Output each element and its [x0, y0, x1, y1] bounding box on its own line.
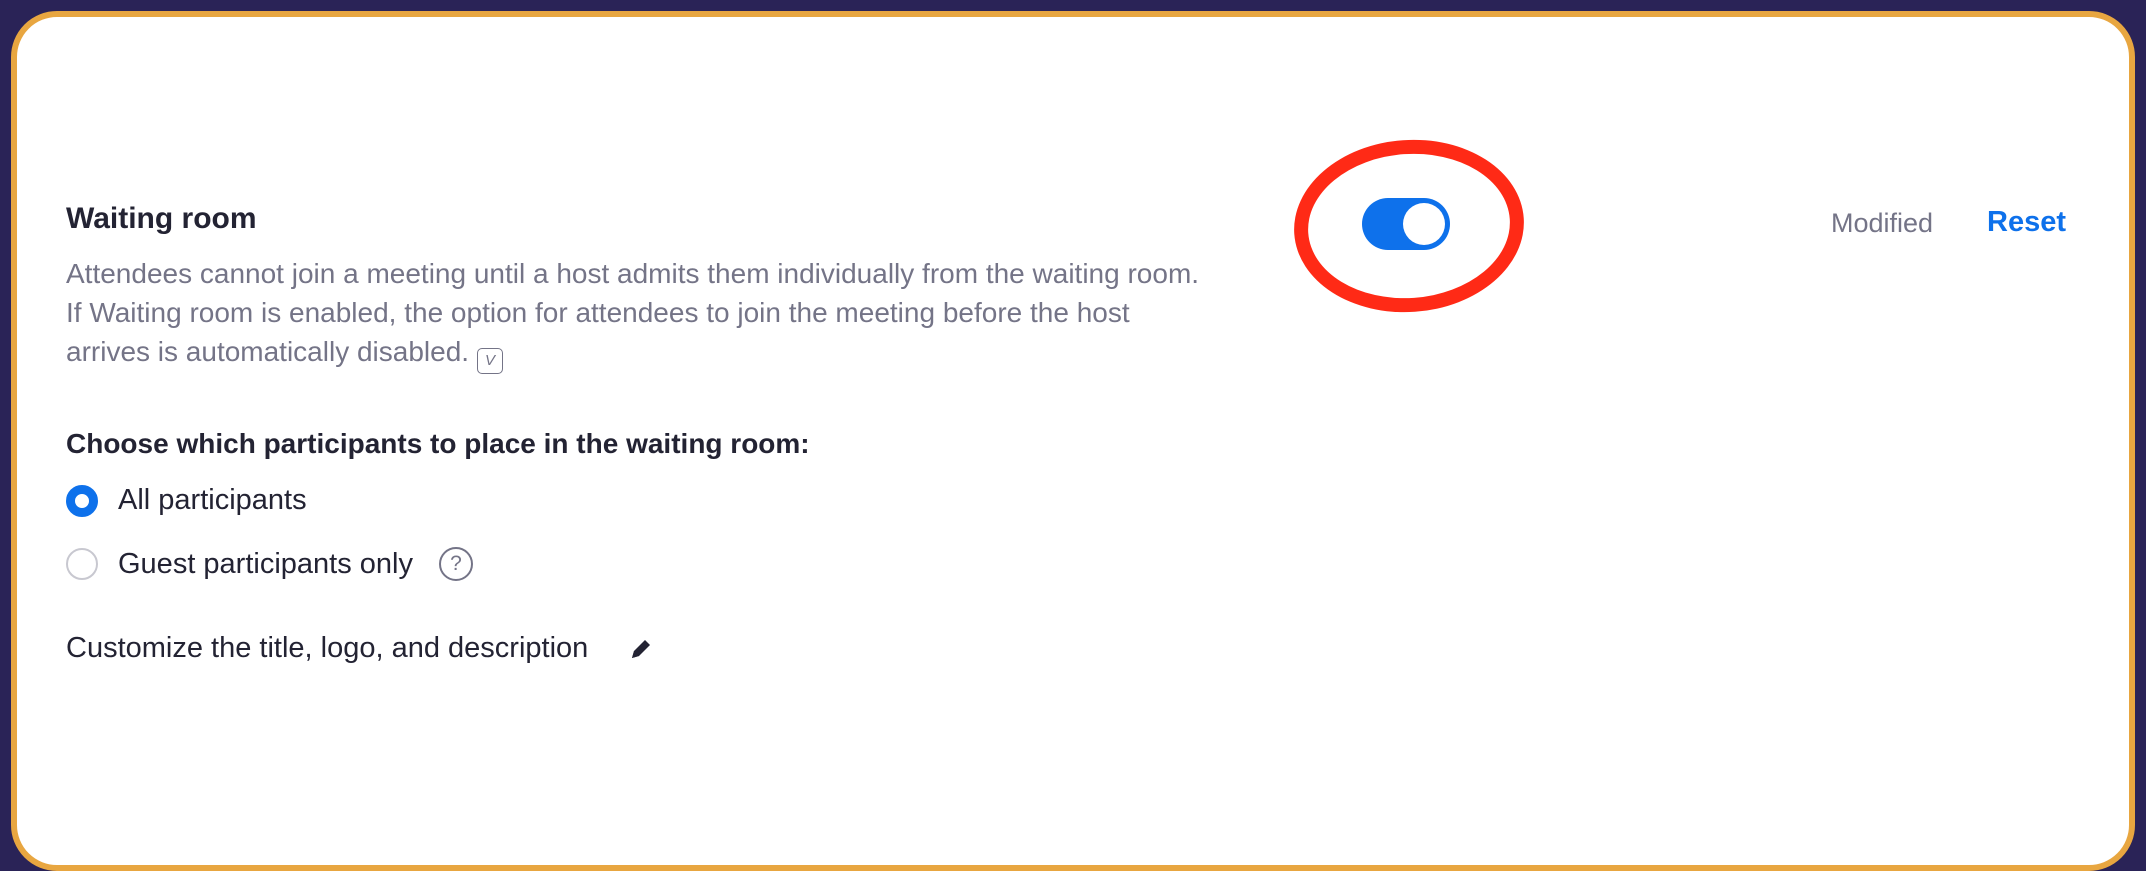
customize-label: Customize the title, logo, and descripti…: [66, 632, 589, 664]
reset-link[interactable]: Reset: [1987, 206, 2066, 239]
radio-option-guest-participants[interactable]: Guest participants only ?: [66, 547, 473, 581]
participants-heading: Choose which participants to place in th…: [66, 428, 810, 459]
radio-label-guest-participants: Guest participants only: [118, 547, 413, 580]
pencil-icon[interactable]: [628, 636, 654, 662]
setting-description: Attendees cannot join a meeting until a …: [66, 254, 1326, 374]
video-tutorial-icon[interactable]: V: [477, 348, 504, 374]
modified-status: Modified: [1831, 208, 1934, 238]
help-icon[interactable]: ?: [438, 547, 473, 581]
radio-button-unselected[interactable]: [66, 548, 98, 580]
description-line-3-text: arrives is automatically disabled.: [66, 336, 470, 367]
setting-title: Waiting room: [66, 202, 257, 235]
description-line-1: Attendees cannot join a meeting until a …: [66, 258, 1200, 289]
customize-row[interactable]: Customize the title, logo, and descripti…: [66, 632, 654, 665]
description-line-2: If Waiting room is enabled, the option f…: [66, 297, 1130, 328]
radio-button-selected[interactable]: [66, 484, 98, 517]
radio-label-all-participants: All participants: [118, 484, 307, 516]
radio-option-all-participants[interactable]: All participants: [66, 484, 307, 517]
description-line-3: arrives is automatically disabled. V: [66, 332, 1326, 374]
